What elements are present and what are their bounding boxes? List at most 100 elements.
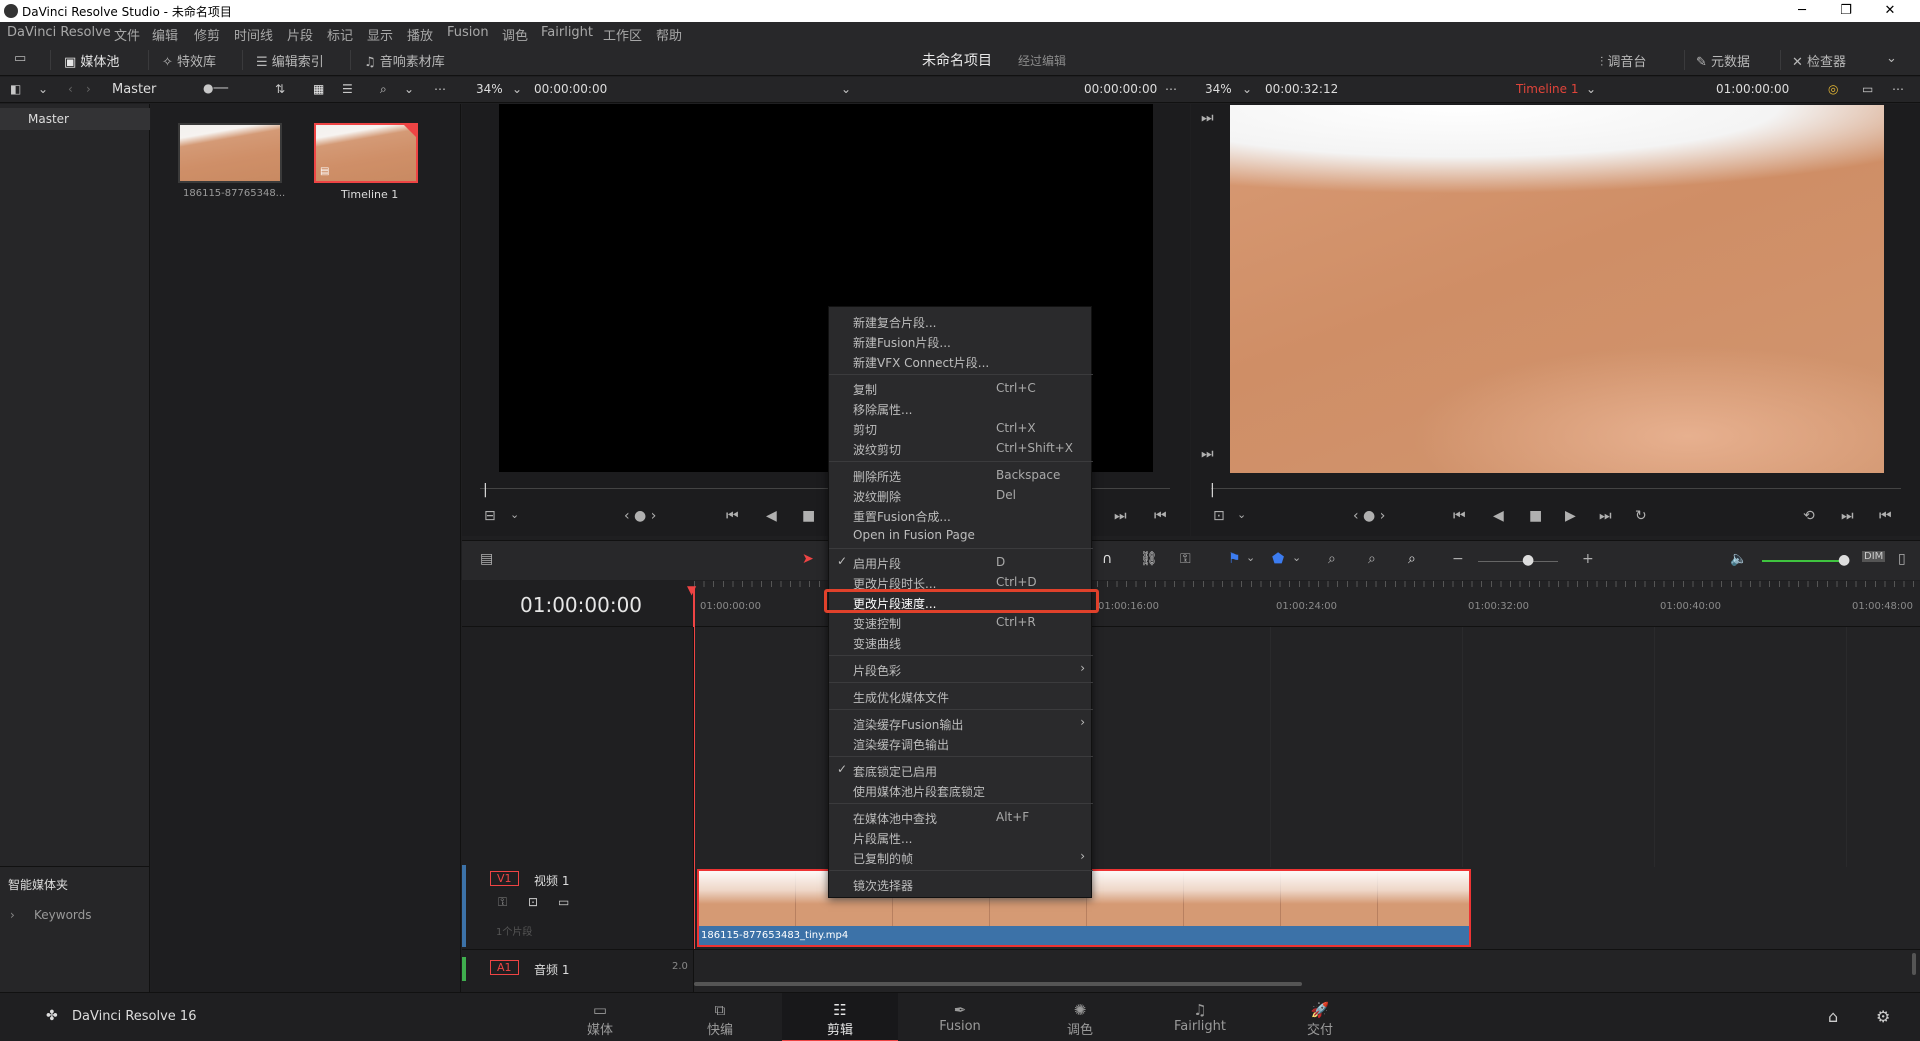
menu-mark[interactable]: 标记 [327, 25, 353, 44]
sound-library-button[interactable]: ♫ 音响素材库 [364, 51, 445, 70]
timeline-name-chevron-icon[interactable]: ⌄ [1586, 82, 1596, 96]
source-zoom[interactable]: 34% [476, 82, 503, 96]
metadata-button[interactable]: ✎ 元数据 [1696, 51, 1750, 70]
menu-generate-optimized-media[interactable]: 生成优化媒体文件 [829, 686, 1093, 706]
menu-file[interactable]: 文件 [114, 25, 140, 44]
menu-render-cache-fusion[interactable]: 渲染缓存Fusion输出 › [829, 713, 1093, 733]
media-pool-button[interactable]: ▣ 媒体池 [64, 51, 119, 70]
settings-gear-icon[interactable]: ⚙ [1876, 1007, 1890, 1026]
timeline-zoom[interactable]: 34% [1205, 82, 1232, 96]
menu-clip-color[interactable]: 片段色彩 › [829, 659, 1093, 679]
timeline-zoom-chevron-icon[interactable]: ⌄ [1242, 82, 1252, 96]
transform-icon[interactable]: ⊡ [1213, 508, 1225, 524]
home-icon[interactable]: ⌂ [1828, 1007, 1838, 1026]
menu-take-selector[interactable]: 镜次选择器 [829, 874, 1093, 894]
timeline-view-options-icon[interactable]: ▤ [480, 551, 493, 567]
mixer-button[interactable]: ⫶ 调音台 [1600, 51, 1646, 70]
search-options-chevron-icon[interactable]: ⌄ [404, 82, 414, 96]
menu-workspace[interactable]: 工作区 [603, 25, 642, 44]
inspector-button[interactable]: ✕ 检查器 [1792, 51, 1846, 70]
detail-zoom-icon[interactable]: ⌕ [1368, 551, 1376, 567]
menu-open-in-fusion[interactable]: Open in Fusion Page [829, 525, 1093, 545]
timeline-viewer[interactable]: ⏭ ⏭ | ⊡ ⌄ ‹ ● › ⏮ ◀ ■ ▶ ⏭ ↻ ⟲ ⏭ ⏮ [1191, 104, 1920, 536]
timeline-playhead-icon[interactable]: | [1210, 482, 1215, 498]
source-clip-dropdown-icon[interactable]: ⌄ [841, 82, 851, 96]
tl-play-icon[interactable]: ▶ [1565, 508, 1576, 524]
timeline-jog-icon[interactable]: ‹ ● › [1353, 508, 1385, 524]
vertical-scrollbar[interactable] [1912, 953, 1916, 975]
zoom-out-icon[interactable]: − [1452, 551, 1464, 567]
menu-new-fusion-clip[interactable]: 新建Fusion片段... [829, 331, 1093, 351]
menu-new-vfx-connect-clip[interactable]: 新建VFX Connect片段... [829, 351, 1093, 371]
more-options-icon[interactable]: ⋯ [434, 82, 446, 96]
thumb-size-slider[interactable]: ●── [203, 81, 228, 95]
list-view-icon[interactable]: ☰ [342, 82, 353, 96]
replace-icon[interactable]: ⟲ [1803, 508, 1815, 524]
close-button[interactable]: ✕ [1868, 0, 1912, 22]
viewer-last-frame-icon[interactable]: ⏭ [1201, 446, 1214, 462]
page-cut[interactable]: ⧉ 快编 [662, 993, 778, 1041]
menu-view[interactable]: 显示 [367, 25, 393, 44]
menu-render-cache-color[interactable]: 渲染缓存调色输出 [829, 733, 1093, 753]
page-fairlight[interactable]: ♫ Fairlight [1142, 993, 1258, 1041]
menu-use-media-pool-conform-lock[interactable]: 使用媒体池片段套底锁定 [829, 780, 1093, 800]
source-more-icon[interactable]: ⋯ [1165, 82, 1177, 96]
color-wheel-icon[interactable]: ◎ [1828, 82, 1838, 96]
page-media[interactable]: ▭ 媒体 [542, 993, 658, 1041]
menu-reset-fusion-comp[interactable]: 重置Fusion合成... [829, 505, 1093, 525]
transform-chevron-icon[interactable]: ⌄ [1237, 508, 1246, 521]
tl-stop-icon[interactable]: ■ [1529, 508, 1542, 524]
page-edit[interactable]: ☷ 剪辑 [782, 993, 898, 1041]
maximize-button[interactable]: ❐ [1824, 0, 1868, 22]
tl-go-to-end-icon[interactable]: ⏭ [1599, 508, 1612, 524]
timeline-name[interactable]: Timeline 1 [1516, 82, 1578, 96]
menu-fusion[interactable]: Fusion [447, 25, 489, 40]
tl-play-reverse-icon[interactable]: ◀ [1493, 508, 1504, 524]
dropdown-chevron-icon[interactable]: ⌄ [38, 82, 48, 96]
lock-tracks-icon[interactable]: ⚿ [1180, 551, 1191, 567]
minimize-button[interactable]: ─ [1780, 0, 1824, 22]
expand-chevron-icon[interactable]: › [10, 908, 15, 922]
tl-prev-edit-icon[interactable]: ⏮ [1879, 508, 1892, 524]
menu-clip[interactable]: 片段 [287, 25, 313, 44]
play-reverse-icon[interactable]: ◀ [766, 508, 777, 524]
menu-conform-lock-enabled[interactable]: ✓ 套底锁定已启用 [829, 760, 1093, 780]
menu-copy[interactable]: 复制 Ctrl+C [829, 378, 1093, 398]
menu-trim[interactable]: 修剪 [194, 25, 220, 44]
flag-chevron-icon[interactable]: ⌄ [1246, 551, 1255, 564]
zoom-slider-handle[interactable]: ● [1522, 552, 1534, 568]
dim-icon[interactable]: DIM [1862, 551, 1886, 562]
forward-arrow-icon[interactable]: › [86, 82, 91, 96]
menu-retime-controls[interactable]: 变速控制 Ctrl+R [829, 612, 1093, 632]
v1-track-tag[interactable]: V1 [490, 871, 519, 886]
menu-retime-curve[interactable]: 变速曲线 [829, 632, 1093, 652]
v1-auto-select-icon[interactable]: ⊡ [528, 895, 538, 909]
stop-icon[interactable]: ■ [802, 508, 815, 524]
link-icon[interactable]: ⛓ [1140, 551, 1158, 567]
menu-enable-clip[interactable]: ✓ 启用片段 D [829, 552, 1093, 572]
playhead-marker-icon[interactable]: ▼ [687, 583, 696, 597]
full-extent-zoom-icon[interactable]: ⌕ [1328, 551, 1336, 567]
effects-button[interactable]: ✧ 特效库 [162, 51, 216, 70]
speaker-icon[interactable]: 🔈 [1730, 551, 1747, 567]
source-playhead-icon[interactable]: | [483, 482, 488, 498]
tl-go-to-start-icon[interactable]: ⏮ [1453, 508, 1466, 524]
menu-delete-selected[interactable]: 删除所选 Backspace [829, 465, 1093, 485]
edit-index-button[interactable]: ☰ 编辑索引 [256, 51, 324, 70]
timeline-more-icon[interactable]: ⋯ [1892, 82, 1904, 96]
menu-color[interactable]: 调色 [502, 25, 528, 44]
page-fusion[interactable]: ✒ Fusion [902, 993, 1018, 1041]
zoom-slider-track[interactable] [1478, 561, 1558, 562]
viewer-mode-icon[interactable]: ▭ [1862, 82, 1873, 96]
horizontal-scrollbar[interactable] [694, 982, 1302, 986]
menu-new-compound-clip[interactable]: 新建复合片段... [829, 311, 1093, 331]
grid-view-icon[interactable]: ▦ [313, 82, 324, 96]
viewer-first-frame-icon[interactable]: ⏭ [1201, 110, 1214, 126]
timeline-viewer-frame[interactable] [1230, 105, 1884, 473]
search-icon[interactable]: ⌕ [380, 82, 387, 97]
meter-icon[interactable]: ▯ [1898, 551, 1906, 567]
source-view-chevron-icon[interactable]: ⌄ [510, 508, 519, 521]
menu-davinci[interactable]: DaVinci Resolve [7, 25, 111, 40]
menu-ripple-cut[interactable]: 波纹剪切 Ctrl+Shift+X [829, 438, 1093, 458]
menu-find-in-media-pool[interactable]: 在媒体池中查找 Alt+F [829, 807, 1093, 827]
